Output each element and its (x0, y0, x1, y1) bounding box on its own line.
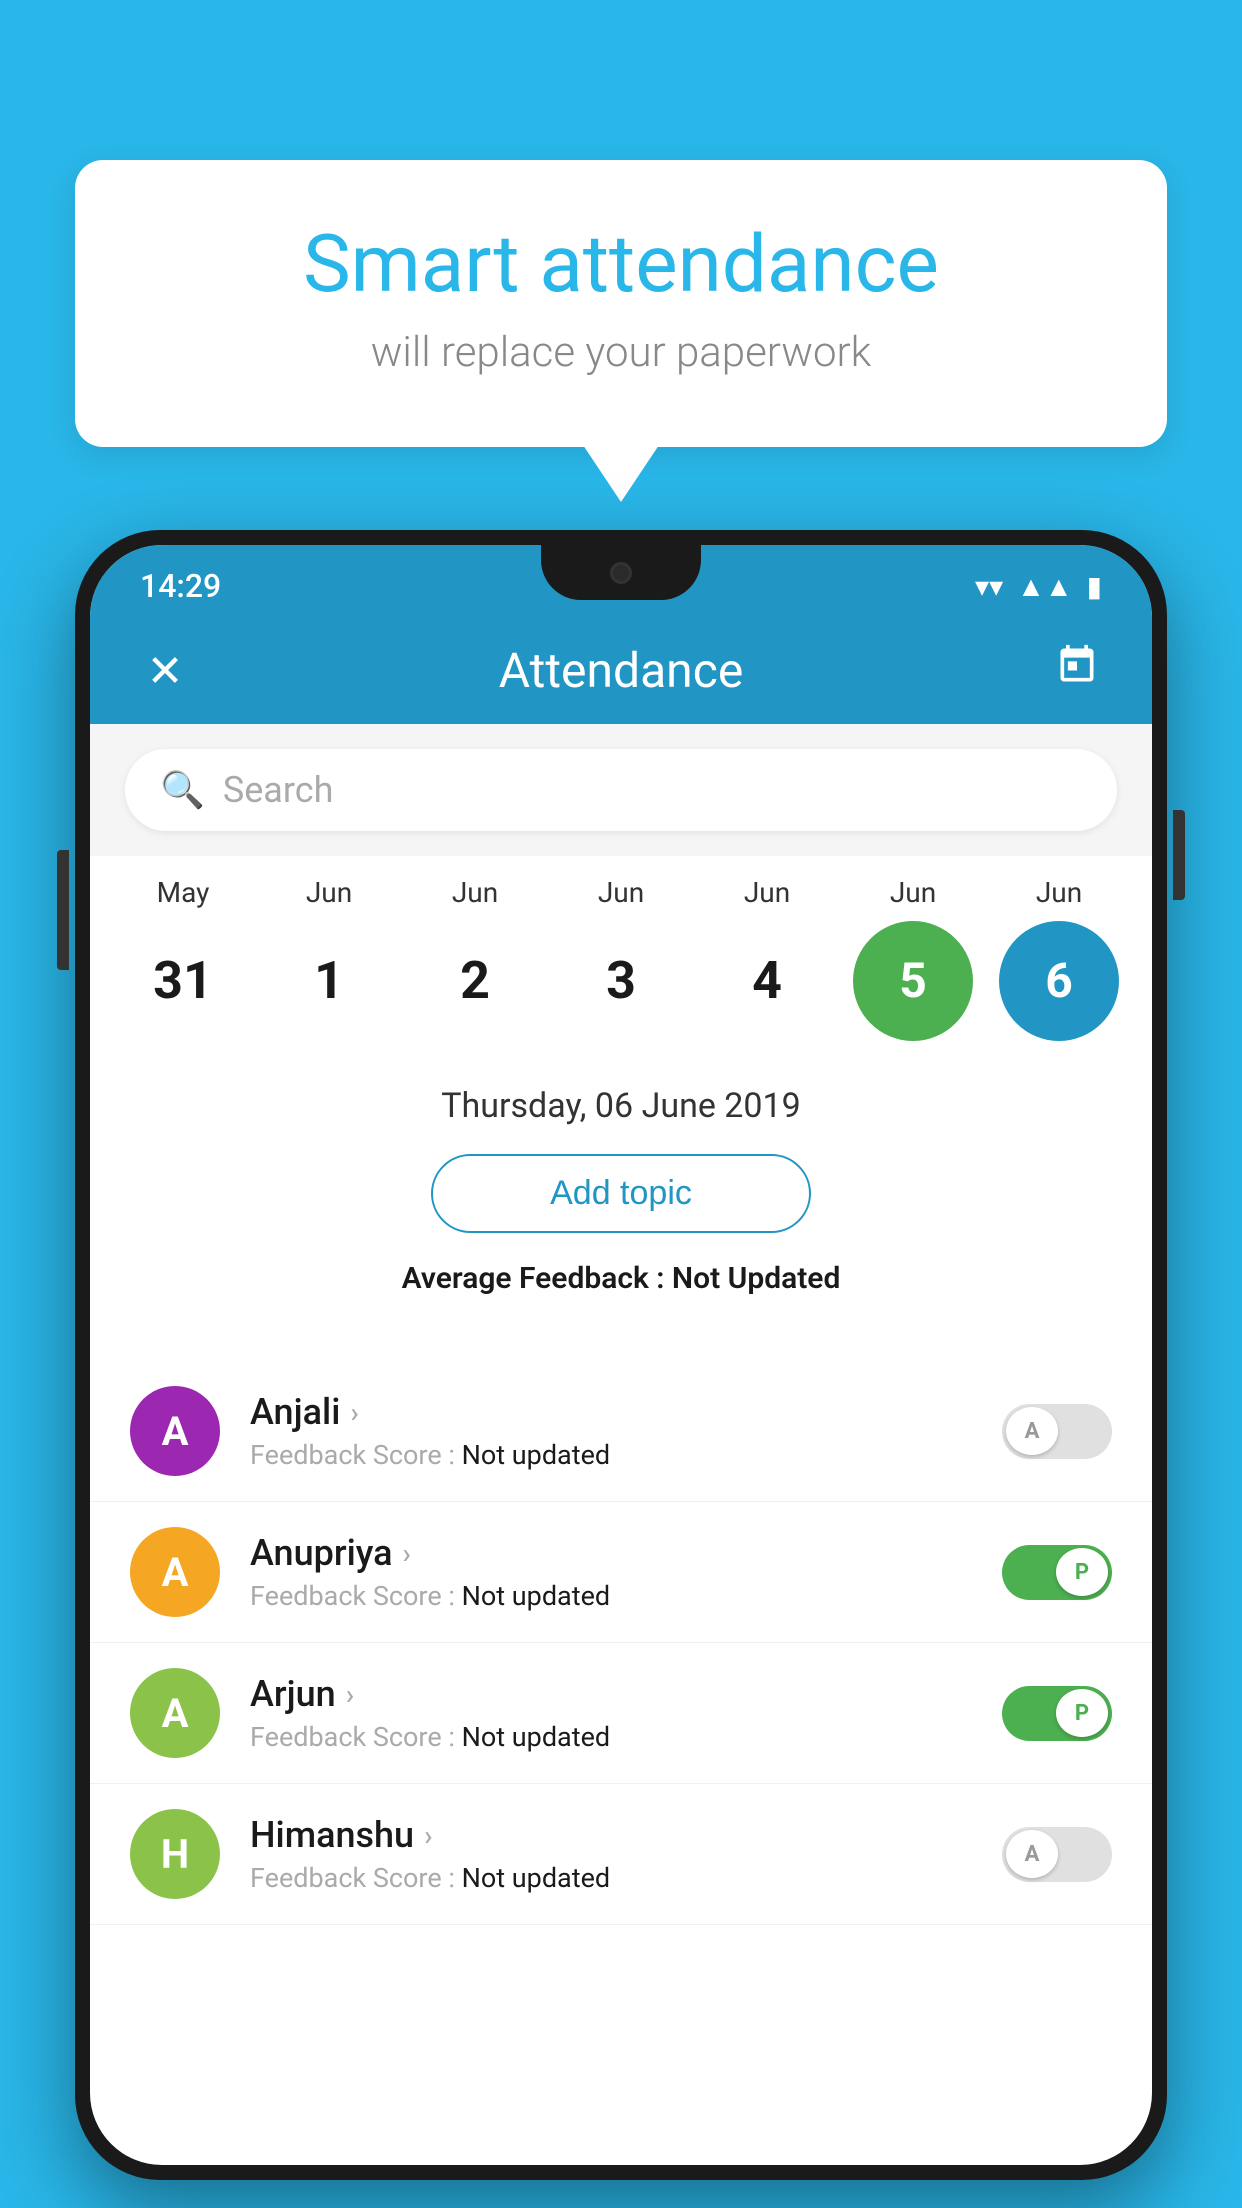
calendar-months: May Jun Jun Jun Jun Jun Jun (110, 876, 1132, 909)
student-item-himanshu[interactable]: H Himanshu › Feedback Score : Not update… (90, 1784, 1152, 1925)
month-1: Jun (257, 876, 402, 909)
status-icons: ▾▾ ▲▲ ▮ (975, 570, 1102, 603)
feedback-arjun: Feedback Score : Not updated (250, 1721, 1002, 1753)
wifi-icon: ▾▾ (975, 570, 1003, 603)
date-wrapper-6[interactable]: 6 (987, 921, 1132, 1041)
date-3[interactable]: 3 (549, 937, 694, 1025)
selected-date-text: Thursday, 06 June 2019 (130, 1086, 1112, 1126)
toggle-knob-anjali: A (1006, 1407, 1058, 1455)
student-name-arjun: Arjun › (250, 1673, 1002, 1715)
search-bar[interactable]: 🔍 Search (125, 749, 1117, 831)
student-item-arjun[interactable]: A Arjun › Feedback Score : Not updated P (90, 1643, 1152, 1784)
avatar-arjun: A (130, 1668, 220, 1758)
phone-frame: 14:29 ▾▾ ▲▲ ▮ ✕ Attendance (75, 530, 1167, 2180)
phone-wrapper: 14:29 ▾▾ ▲▲ ▮ ✕ Attendance (75, 530, 1167, 2208)
date-6-selected[interactable]: 6 (999, 921, 1119, 1041)
date-4[interactable]: 4 (695, 937, 840, 1025)
phone-inner: 14:29 ▾▾ ▲▲ ▮ ✕ Attendance (90, 545, 1152, 2165)
date-wrapper-3[interactable]: 3 (549, 937, 694, 1025)
calendar-strip: May Jun Jun Jun Jun Jun Jun 31 1 (90, 856, 1152, 1056)
speech-bubble: Smart attendance will replace your paper… (75, 160, 1167, 447)
date-31[interactable]: 31 (111, 937, 256, 1025)
chevron-icon-arjun: › (346, 1678, 354, 1711)
student-item-anupriya[interactable]: A Anupriya › Feedback Score : Not update… (90, 1502, 1152, 1643)
bubble-subtitle: will replace your paperwork (145, 328, 1097, 377)
feedback-anupriya: Feedback Score : Not updated (250, 1580, 1002, 1612)
month-2: Jun (403, 876, 548, 909)
bubble-title: Smart attendance (145, 220, 1097, 308)
avg-feedback-label: Average Feedback : (402, 1261, 672, 1296)
app-bar: ✕ Attendance (90, 617, 1152, 724)
calendar-button[interactable] (1047, 643, 1107, 698)
content-area: Thursday, 06 June 2019 Add topic Average… (90, 1056, 1152, 1361)
avatar-anjali: A (130, 1386, 220, 1476)
status-bar: 14:29 ▾▾ ▲▲ ▮ (90, 545, 1152, 617)
student-info-anjali: Anjali › Feedback Score : Not updated (250, 1391, 1002, 1471)
toggle-himanshu[interactable]: A (1002, 1827, 1112, 1882)
signal-icon: ▲▲ (1017, 570, 1072, 603)
search-container: 🔍 Search (90, 724, 1152, 856)
status-time: 14:29 (140, 567, 221, 605)
student-info-himanshu: Himanshu › Feedback Score : Not updated (250, 1814, 1002, 1894)
feedback-himanshu: Feedback Score : Not updated (250, 1862, 1002, 1894)
speech-bubble-container: Smart attendance will replace your paper… (75, 160, 1167, 447)
date-wrapper-4[interactable]: 4 (695, 937, 840, 1025)
toggle-knob-himanshu: A (1006, 1830, 1058, 1878)
date-5-today[interactable]: 5 (853, 921, 973, 1041)
student-name-himanshu: Himanshu › (250, 1814, 1002, 1856)
toggle-anjali[interactable]: A (1002, 1404, 1112, 1459)
month-3: Jun (549, 876, 694, 909)
month-5: Jun (841, 876, 986, 909)
chevron-icon-anupriya: › (403, 1537, 411, 1570)
student-info-anupriya: Anupriya › Feedback Score : Not updated (250, 1532, 1002, 1612)
add-topic-button[interactable]: Add topic (431, 1154, 811, 1233)
calendar-dates: 31 1 2 3 4 5 (110, 921, 1132, 1041)
student-item-anjali[interactable]: A Anjali › Feedback Score : Not updated … (90, 1361, 1152, 1502)
student-name-anjali: Anjali › (250, 1391, 1002, 1433)
month-6: Jun (987, 876, 1132, 909)
chevron-icon-anjali: › (350, 1396, 358, 1429)
date-wrapper-2[interactable]: 2 (403, 937, 548, 1025)
month-0: May (111, 876, 256, 909)
date-1[interactable]: 1 (257, 937, 402, 1025)
avatar-himanshu: H (130, 1809, 220, 1899)
search-icon: 🔍 (160, 769, 205, 811)
notch (541, 545, 701, 600)
search-input-placeholder[interactable]: Search (223, 769, 334, 811)
date-wrapper-5[interactable]: 5 (841, 921, 986, 1041)
toggle-knob-anupriya: P (1056, 1548, 1108, 1596)
student-list: A Anjali › Feedback Score : Not updated … (90, 1361, 1152, 1925)
date-wrapper-1[interactable]: 1 (257, 937, 402, 1025)
battery-icon: ▮ (1087, 570, 1102, 603)
close-button[interactable]: ✕ (135, 645, 195, 697)
avatar-anupriya: A (130, 1527, 220, 1617)
avg-feedback: Average Feedback : Not Updated (130, 1261, 1112, 1296)
toggle-anupriya[interactable]: P (1002, 1545, 1112, 1600)
date-wrapper-0[interactable]: 31 (111, 937, 256, 1025)
app-bar-title: Attendance (225, 642, 1017, 699)
toggle-arjun[interactable]: P (1002, 1686, 1112, 1741)
avg-feedback-value: Not Updated (672, 1261, 840, 1296)
student-info-arjun: Arjun › Feedback Score : Not updated (250, 1673, 1002, 1753)
chevron-icon-himanshu: › (424, 1819, 432, 1852)
feedback-anjali: Feedback Score : Not updated (250, 1439, 1002, 1471)
month-4: Jun (695, 876, 840, 909)
date-2[interactable]: 2 (403, 937, 548, 1025)
toggle-knob-arjun: P (1056, 1689, 1108, 1737)
student-name-anupriya: Anupriya › (250, 1532, 1002, 1574)
camera-dot (610, 562, 632, 584)
